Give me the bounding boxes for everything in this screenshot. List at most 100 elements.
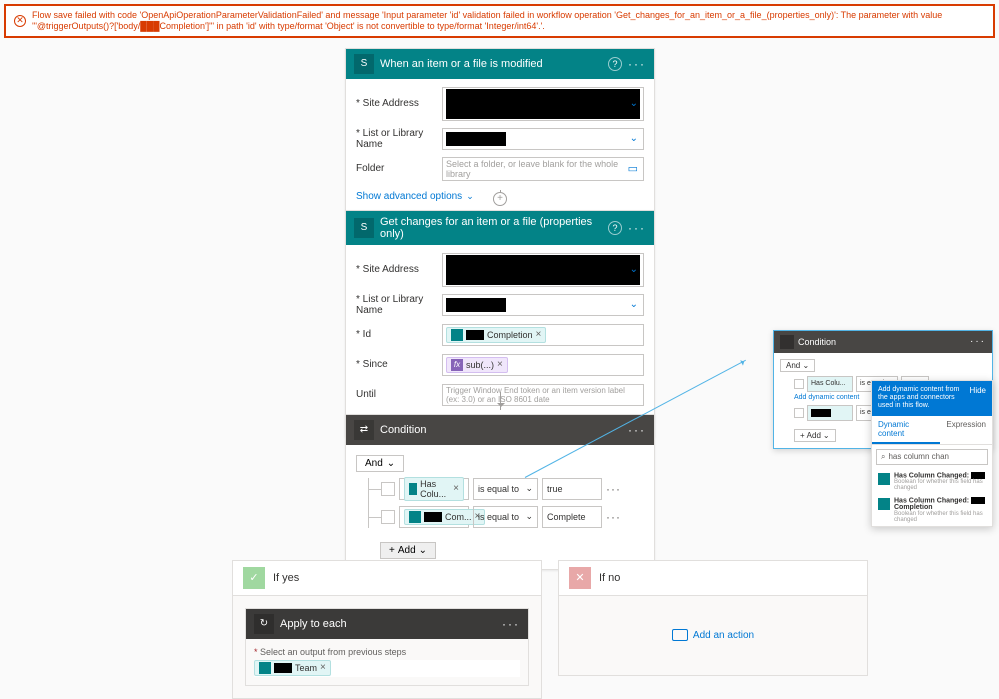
group-operator-dropdown[interactable]: And⌄ [356, 455, 404, 472]
chevron-down-icon[interactable]: ⌄ [630, 133, 638, 144]
dc-tabs: Dynamic content Expression [872, 416, 992, 445]
remove-token-icon[interactable]: × [320, 662, 326, 673]
list-name-input[interactable]: ⌄ [442, 128, 644, 150]
dynamic-token[interactable]: Completion× [446, 327, 546, 343]
card-menu[interactable]: ··· [628, 60, 646, 68]
select-output-label: * Select an output from previous steps [254, 647, 520, 657]
flow-canvas[interactable]: S When an item or a file is modified ? ·… [0, 42, 999, 644]
right-operand-input[interactable]: true [542, 478, 602, 500]
branch-body: ↻ Apply to each ··· * Select an output f… [232, 596, 542, 699]
chevron-down-icon[interactable]: ⌄ [630, 264, 638, 275]
site-address-label: * Site Address [356, 264, 436, 275]
chevron-down-icon: ⌄ [387, 458, 395, 469]
tab-expression[interactable]: Expression [940, 416, 992, 444]
id-label: * Id [356, 329, 436, 340]
if-no-branch: ✕ If no Add an action [558, 560, 868, 676]
add-action-icon [672, 629, 688, 641]
card-title: Condition [380, 424, 622, 436]
row-checkbox[interactable] [381, 482, 395, 496]
list-name-label: * List or Library Name [356, 128, 436, 150]
dynamic-content-panel: Add dynamic content from the apps and co… [871, 380, 993, 528]
branch-header[interactable]: ✕ If no [558, 560, 868, 596]
card-title: When an item or a file is modified [380, 58, 602, 70]
card-header[interactable]: S When an item or a file is modified ? ·… [346, 49, 654, 79]
condition-body: And⌄ Has Colu...× is equal to⌄ true ··· … [346, 445, 654, 569]
list-name-input[interactable]: ⌄ [442, 294, 644, 316]
select-output-input[interactable]: Team× [254, 660, 520, 677]
if-yes-branch: ✓ If yes ↻ Apply to each ··· * Select an… [232, 560, 542, 699]
folder-label: Folder [356, 163, 436, 174]
search-input[interactable]: ⌕has column chan [876, 449, 988, 465]
help-icon[interactable]: ? [608, 221, 622, 235]
item-description: Boolean for whether this field has chang… [894, 511, 986, 523]
site-address-label: * Site Address [356, 98, 436, 109]
item-title: Has Column Changed: [894, 472, 986, 479]
sharepoint-icon: S [354, 54, 374, 74]
condition-card[interactable]: ⇄ Condition ··· And⌄ Has Colu...× is equ… [345, 414, 655, 570]
operator-dropdown[interactable]: is equal to⌄ [473, 506, 538, 528]
dc-search-wrapper: ⌕has column chan [872, 445, 992, 469]
dc-panel-header: Add dynamic content from the apps and co… [872, 381, 992, 416]
left-operand-input[interactable]: Com...× [399, 506, 469, 528]
remove-token-icon[interactable]: × [497, 359, 503, 370]
row-menu[interactable]: ··· [606, 510, 621, 524]
since-label: * Since [356, 359, 436, 370]
apply-to-each-card[interactable]: ↻ Apply to each ··· * Select an output f… [245, 608, 529, 686]
operator-dropdown[interactable]: is equal to⌄ [473, 478, 538, 500]
row-menu[interactable]: ··· [606, 482, 621, 496]
right-operand-input[interactable]: Complete [542, 506, 602, 528]
help-icon[interactable]: ? [608, 57, 622, 71]
connector-arrow [500, 392, 501, 410]
add-row-button[interactable]: + Add ⌄ [380, 542, 436, 559]
chevron-down-icon: ⌄ [466, 191, 474, 202]
until-input[interactable]: Trigger Window End token or an item vers… [442, 384, 644, 406]
row-checkbox[interactable] [794, 408, 804, 418]
hide-panel-link[interactable]: Hide [970, 386, 986, 395]
dynamic-token[interactable]: Team× [254, 660, 331, 676]
since-input[interactable]: fxsub(...)× [442, 354, 644, 376]
tab-dynamic-content[interactable]: Dynamic content [872, 416, 940, 444]
popup-menu[interactable]: ··· [970, 338, 986, 346]
folder-input[interactable]: Select a folder, or leave blank for the … [442, 157, 644, 181]
card-header[interactable]: S Get changes for an item or a file (pro… [346, 211, 654, 245]
row-checkbox[interactable] [794, 379, 804, 389]
card-header[interactable]: ⇄ Condition ··· [346, 415, 654, 445]
dc-result-item[interactable]: Has Column Changed: Boolean for whether … [872, 469, 992, 494]
add-action-link[interactable]: Add an action [672, 629, 754, 641]
remove-token-icon[interactable]: × [453, 483, 459, 494]
left-operand-input[interactable] [807, 405, 853, 421]
chevron-down-icon[interactable]: ⌄ [630, 98, 638, 109]
error-message: Flow save failed with code 'OpenApiOpera… [32, 10, 985, 32]
sharepoint-icon: S [354, 218, 374, 238]
site-address-input[interactable]: ⌄ [442, 87, 644, 121]
group-operator-dropdown[interactable]: And ⌄ [780, 359, 815, 372]
chevron-down-icon[interactable]: ⌄ [630, 299, 638, 310]
branch-body: Add an action [558, 596, 868, 676]
card-header[interactable]: ↻ Apply to each ··· [246, 609, 528, 639]
show-advanced-link[interactable]: Show advanced options⌄ [356, 191, 474, 202]
error-icon: ✕ [14, 15, 26, 27]
site-address-input[interactable]: ⌄ [442, 253, 644, 287]
row-checkbox[interactable] [381, 510, 395, 524]
chevron-down-icon: ⌄ [525, 483, 533, 494]
remove-token-icon[interactable]: × [536, 329, 542, 340]
list-name-label: * List or Library Name [356, 294, 436, 316]
id-input[interactable]: Completion× [442, 324, 644, 346]
trigger-card[interactable]: S When an item or a file is modified ? ·… [345, 48, 655, 211]
left-operand-input[interactable]: Has Colu...× [399, 478, 469, 500]
card-body: * Select an output from previous steps T… [246, 639, 528, 685]
item-title: Has Column Changed: Completion [894, 497, 986, 511]
card-menu[interactable]: ··· [628, 426, 646, 434]
folder-picker-icon[interactable]: ▭ [628, 162, 638, 175]
left-operand-input[interactable]: Has Colu... [807, 376, 853, 392]
condition-row: Has Colu...× is equal to⌄ true ··· [369, 478, 644, 500]
expression-token[interactable]: fxsub(...)× [446, 357, 508, 373]
card-menu[interactable]: ··· [628, 224, 646, 232]
branch-header[interactable]: ✓ If yes [232, 560, 542, 596]
card-menu[interactable]: ··· [502, 620, 520, 628]
popup-header[interactable]: Condition ··· [774, 331, 992, 353]
add-row-button[interactable]: + Add ⌄ [794, 429, 836, 442]
dc-result-item[interactable]: Has Column Changed: Completion Boolean f… [872, 494, 992, 526]
add-step-button[interactable]: + [493, 192, 507, 206]
item-description: Boolean for whether this field has chang… [894, 479, 986, 491]
